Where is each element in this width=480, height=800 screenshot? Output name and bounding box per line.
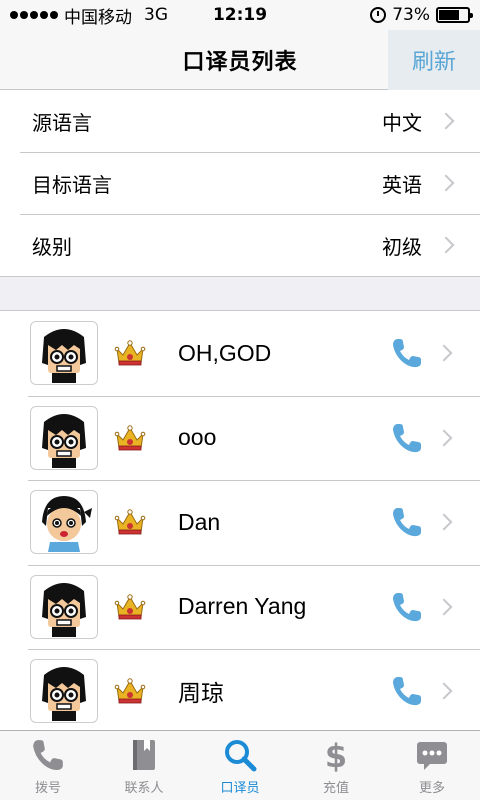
interpreter-name: ooo (178, 424, 217, 451)
level-row[interactable]: 级别 初级 (0, 214, 480, 276)
setting-value: 中文 (382, 110, 422, 135)
carrier-label: 中国移动 (64, 7, 132, 28)
avatar (30, 574, 98, 639)
status-right: 73% (370, 5, 473, 25)
more-chat-icon (414, 737, 450, 773)
chevron-right-icon (435, 513, 453, 531)
tab-more-chat[interactable]: 更多 (384, 731, 480, 800)
alarm-icon (370, 7, 387, 23)
interpreter-name: 周琼 (178, 680, 224, 707)
signal-strength-icon (10, 11, 58, 19)
tab-search[interactable]: 口译员 (192, 731, 288, 800)
refresh-button[interactable]: 刷新 (388, 30, 480, 90)
interpreter-name: Dan (178, 508, 221, 535)
call-phone-icon[interactable] (390, 421, 424, 455)
interpreter-row[interactable]: ooo (0, 395, 480, 481)
chevron-right-icon (437, 236, 455, 254)
tab-label: 充值 (322, 781, 349, 796)
call-phone-icon[interactable] (390, 336, 424, 370)
tab-phone[interactable]: 拨号 (0, 731, 96, 800)
tab-label: 联系人 (124, 781, 164, 796)
tab-contacts-book[interactable]: 联系人 (96, 731, 192, 800)
target-language-row[interactable]: 目标语言 英语 (0, 152, 480, 214)
chevron-right-icon (435, 344, 453, 362)
network-label: 3G (144, 5, 168, 25)
avatar (30, 321, 98, 386)
crown-icon (114, 422, 146, 454)
call-phone-icon[interactable] (390, 674, 424, 708)
crown-icon (114, 506, 146, 538)
interpreter-row[interactable]: Dan (0, 480, 480, 565)
status-left: 中国移动 3G (10, 3, 168, 28)
phone-icon (30, 737, 66, 773)
avatar (30, 659, 98, 724)
avatar (30, 405, 98, 470)
setting-label: 目标语言 (32, 172, 112, 197)
interpreter-name: Darren Yang (178, 593, 307, 620)
battery-icon (436, 7, 473, 23)
tab-label: 更多 (418, 781, 445, 796)
contacts-book-icon (126, 737, 162, 773)
chevron-right-icon (435, 598, 453, 616)
chevron-right-icon (437, 112, 455, 130)
tab-label: 拨号 (34, 781, 61, 796)
chevron-right-icon (435, 682, 453, 700)
interpreter-name: OH,GOD (178, 339, 272, 366)
search-icon (222, 737, 258, 773)
setting-label: 级别 (32, 234, 72, 259)
interpreter-list: OH,GOD ooo Dan Darren Yang 周琼 (0, 310, 480, 734)
svg-text:$: $ (325, 737, 347, 773)
status-bar: 中国移动 3G 12:19 73% (0, 0, 480, 30)
battery-percent: 73% (392, 5, 430, 25)
tab-label: 口译员 (220, 781, 260, 796)
interpreter-row[interactable]: OH,GOD (0, 311, 480, 396)
interpreter-row[interactable]: 周琼 (0, 649, 480, 734)
language-settings: 源语言 中文 目标语言 英语 级别 初级 (0, 90, 480, 277)
source-language-row[interactable]: 源语言 中文 (0, 90, 480, 152)
setting-label: 源语言 (32, 110, 92, 135)
crown-icon (114, 337, 146, 369)
status-time: 12:19 (212, 5, 268, 25)
call-phone-icon[interactable] (390, 505, 424, 539)
tab-bar: 拨号 联系人 口译员 $ 充值 更多 (0, 730, 480, 800)
interpreter-row[interactable]: Darren Yang (0, 564, 480, 650)
chevron-right-icon (435, 429, 453, 447)
tab-dollar[interactable]: $ 充值 (288, 731, 384, 800)
crown-icon (114, 591, 146, 623)
setting-value: 英语 (382, 172, 422, 197)
chevron-right-icon (437, 174, 455, 192)
page-title: 口译员列表 (182, 49, 298, 75)
crown-icon (114, 675, 146, 707)
call-phone-icon[interactable] (390, 590, 424, 624)
setting-value: 初级 (382, 234, 422, 259)
dollar-icon: $ (318, 737, 354, 775)
navigation-bar: 口译员列表 刷新 (0, 30, 480, 90)
avatar (30, 490, 98, 555)
